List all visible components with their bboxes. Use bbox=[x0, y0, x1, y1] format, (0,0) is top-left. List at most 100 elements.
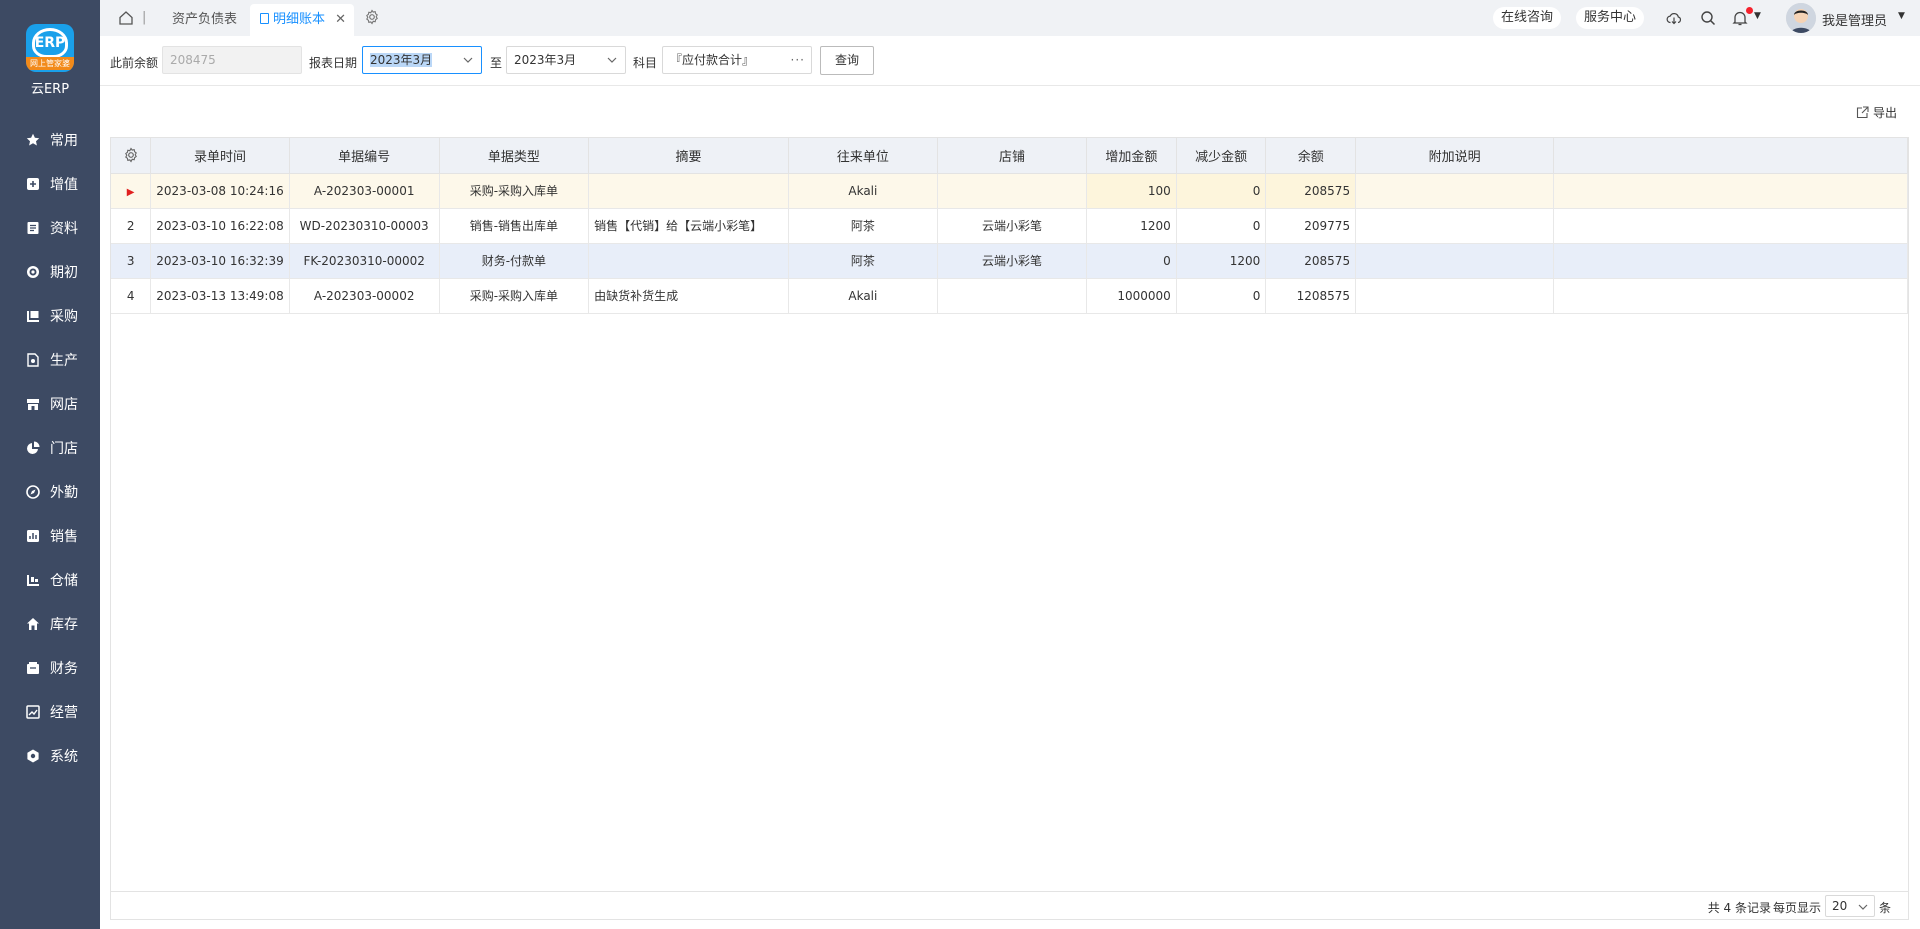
cell-decrease[interactable]: 0 bbox=[1176, 208, 1267, 244]
table-row[interactable]: 4 2023-03-13 13:49:08 A-202303-00002 采购-… bbox=[111, 278, 1908, 314]
export-button[interactable]: 导出 bbox=[1856, 104, 1897, 121]
table-row[interactable]: ▶ 2023-03-08 10:24:16 A-202303-00001 采购-… bbox=[111, 173, 1908, 209]
service-center-button[interactable]: 服务中心 bbox=[1576, 7, 1645, 29]
col-header-number[interactable]: 单据编号 bbox=[289, 138, 440, 174]
gear-icon[interactable] bbox=[123, 147, 139, 163]
to-label: 至 bbox=[490, 56, 503, 70]
cloud-download-icon[interactable] bbox=[1666, 10, 1682, 26]
table-row[interactable]: 3 2023-03-10 16:32:39 FK-20230310-00002 … bbox=[111, 243, 1908, 279]
sidebar-item-qichu[interactable]: 期初 bbox=[0, 250, 100, 294]
sidebar-item-caiwu[interactable]: 财务 bbox=[0, 646, 100, 690]
pagination-bar: 共 4 条记录 每页显示 20 条 bbox=[110, 891, 1909, 920]
cell-increase[interactable]: 1000000 bbox=[1086, 278, 1177, 314]
cell-summary[interactable] bbox=[588, 243, 789, 279]
cell-note[interactable] bbox=[1355, 278, 1555, 314]
cell-decrease[interactable]: 0 bbox=[1176, 278, 1267, 314]
more-icon[interactable]: ··· bbox=[791, 47, 805, 73]
cell-note[interactable] bbox=[1355, 173, 1555, 209]
sidebar-item-caigou[interactable]: 采购 bbox=[0, 294, 100, 338]
user-name[interactable]: 我是管理员 bbox=[1822, 10, 1887, 29]
sidebar-item-kucun[interactable]: 库存 bbox=[0, 602, 100, 646]
cell-summary[interactable] bbox=[588, 173, 789, 209]
current-row-arrow-icon: ▶ bbox=[126, 186, 135, 198]
avatar[interactable] bbox=[1786, 3, 1816, 33]
cell-increase[interactable]: 1200 bbox=[1086, 208, 1177, 244]
col-header-balance[interactable]: 余额 bbox=[1265, 138, 1357, 174]
col-header-decrease[interactable]: 减少金额 bbox=[1176, 138, 1267, 174]
cell-type[interactable]: 采购-采购入库单 bbox=[439, 173, 590, 209]
cell-balance[interactable]: 208575 bbox=[1265, 173, 1357, 209]
tab-balance-sheet[interactable]: 资产负债表 bbox=[162, 4, 247, 36]
date-from-value: 2023年3月 bbox=[370, 53, 433, 67]
cell-increase[interactable]: 100 bbox=[1086, 173, 1177, 209]
cell-decrease[interactable]: 1200 bbox=[1176, 243, 1267, 279]
tab-detail-ledger[interactable]: 明细账本 ✕ bbox=[250, 4, 354, 36]
col-header-shop[interactable]: 店铺 bbox=[937, 138, 1088, 174]
cell-increase[interactable]: 0 bbox=[1086, 243, 1177, 279]
cell-type[interactable]: 财务-付款单 bbox=[439, 243, 590, 279]
table-row[interactable]: 2 2023-03-10 16:22:08 WD-20230310-00003 … bbox=[111, 208, 1908, 244]
col-header-note[interactable]: 附加说明 bbox=[1355, 138, 1555, 174]
sidebar-item-xiaoshou[interactable]: 销售 bbox=[0, 514, 100, 558]
home-icon[interactable] bbox=[118, 10, 134, 26]
cell-time[interactable]: 2023-03-13 13:49:08 bbox=[150, 278, 290, 314]
cell-partner[interactable]: Akali bbox=[788, 278, 938, 314]
sidebar-item-changyong[interactable]: 常用 bbox=[0, 118, 100, 162]
cell-note[interactable] bbox=[1355, 243, 1555, 279]
cell-note[interactable] bbox=[1355, 208, 1555, 244]
sidebar-item-mendian[interactable]: 门店 bbox=[0, 426, 100, 470]
search-icon[interactable] bbox=[1700, 10, 1716, 26]
chevron-down-icon bbox=[607, 57, 617, 63]
col-header-partner[interactable]: 往来单位 bbox=[788, 138, 938, 174]
caret-down-icon[interactable]: ▼ bbox=[1898, 11, 1905, 21]
cell-shop[interactable]: 云端小彩笔 bbox=[937, 243, 1088, 279]
sidebar-item-jingying[interactable]: 经营 bbox=[0, 690, 100, 734]
cell-number[interactable]: FK-20230310-00002 bbox=[289, 243, 440, 279]
sidebar-item-zengzhi[interactable]: 增值 bbox=[0, 162, 100, 206]
cell-time[interactable]: 2023-03-10 16:22:08 bbox=[150, 208, 290, 244]
app-logo[interactable]: ERP 网上管家婆 bbox=[26, 24, 74, 76]
cell-time[interactable]: 2023-03-08 10:24:16 bbox=[150, 173, 290, 209]
cell-balance[interactable]: 209775 bbox=[1265, 208, 1357, 244]
date-from-select[interactable]: 2023年3月 bbox=[362, 46, 482, 74]
cell-decrease[interactable]: 0 bbox=[1176, 173, 1267, 209]
sidebar-item-wangdian[interactable]: 网店 bbox=[0, 382, 100, 426]
online-consult-button[interactable]: 在线咨询 bbox=[1493, 7, 1562, 29]
date-to-select[interactable]: 2023年3月 bbox=[506, 46, 626, 74]
cell-partner[interactable]: 阿茶 bbox=[788, 208, 938, 244]
cell-shop[interactable]: 云端小彩笔 bbox=[937, 208, 1088, 244]
gear-icon[interactable] bbox=[364, 9, 380, 25]
cell-time[interactable]: 2023-03-10 16:32:39 bbox=[150, 243, 290, 279]
col-header-summary[interactable]: 摘要 bbox=[588, 138, 789, 174]
cell-balance[interactable]: 208575 bbox=[1265, 243, 1357, 279]
cell-type[interactable]: 销售-销售出库单 bbox=[439, 208, 590, 244]
cell-balance[interactable]: 1208575 bbox=[1265, 278, 1357, 314]
sidebar-item-shengchan[interactable]: 生产 bbox=[0, 338, 100, 382]
column-settings-cell[interactable] bbox=[111, 138, 152, 174]
cell-partner[interactable]: 阿茶 bbox=[788, 243, 938, 279]
sidebar-item-ziliao[interactable]: 资料 bbox=[0, 206, 100, 250]
caret-down-icon[interactable]: ▼ bbox=[1754, 11, 1761, 21]
page-size-value: 20 bbox=[1832, 899, 1848, 913]
cell-shop[interactable] bbox=[937, 278, 1088, 314]
cell-shop[interactable] bbox=[937, 173, 1088, 209]
sidebar-item-cangchu[interactable]: 仓储 bbox=[0, 558, 100, 602]
cell-number[interactable]: WD-20230310-00003 bbox=[289, 208, 440, 244]
cell-summary[interactable]: 销售【代销】给【云端小彩笔】 bbox=[588, 208, 789, 244]
sidebar-item-xitong[interactable]: 系统 bbox=[0, 734, 100, 778]
close-icon[interactable]: ✕ bbox=[335, 4, 346, 36]
subject-label: 科目 bbox=[633, 56, 658, 70]
cell-number[interactable]: A-202303-00002 bbox=[289, 278, 440, 314]
subject-picker[interactable]: 『应付款合计』 ··· bbox=[662, 46, 812, 74]
cell-type[interactable]: 采购-采购入库单 bbox=[439, 278, 590, 314]
cell-partner[interactable]: Akali bbox=[788, 173, 938, 209]
col-header-time[interactable]: 录单时间 bbox=[150, 138, 290, 174]
cell-summary[interactable]: 由缺货补货生成 bbox=[588, 278, 789, 314]
col-header-type[interactable]: 单据类型 bbox=[439, 138, 590, 174]
col-header-increase[interactable]: 增加金额 bbox=[1086, 138, 1177, 174]
cell-number[interactable]: A-202303-00001 bbox=[289, 173, 440, 209]
sidebar-item-waiqin[interactable]: 外勤 bbox=[0, 470, 100, 514]
page-size-select[interactable]: 20 bbox=[1825, 895, 1875, 917]
query-button[interactable]: 查询 bbox=[820, 46, 874, 75]
document-icon bbox=[26, 221, 40, 235]
